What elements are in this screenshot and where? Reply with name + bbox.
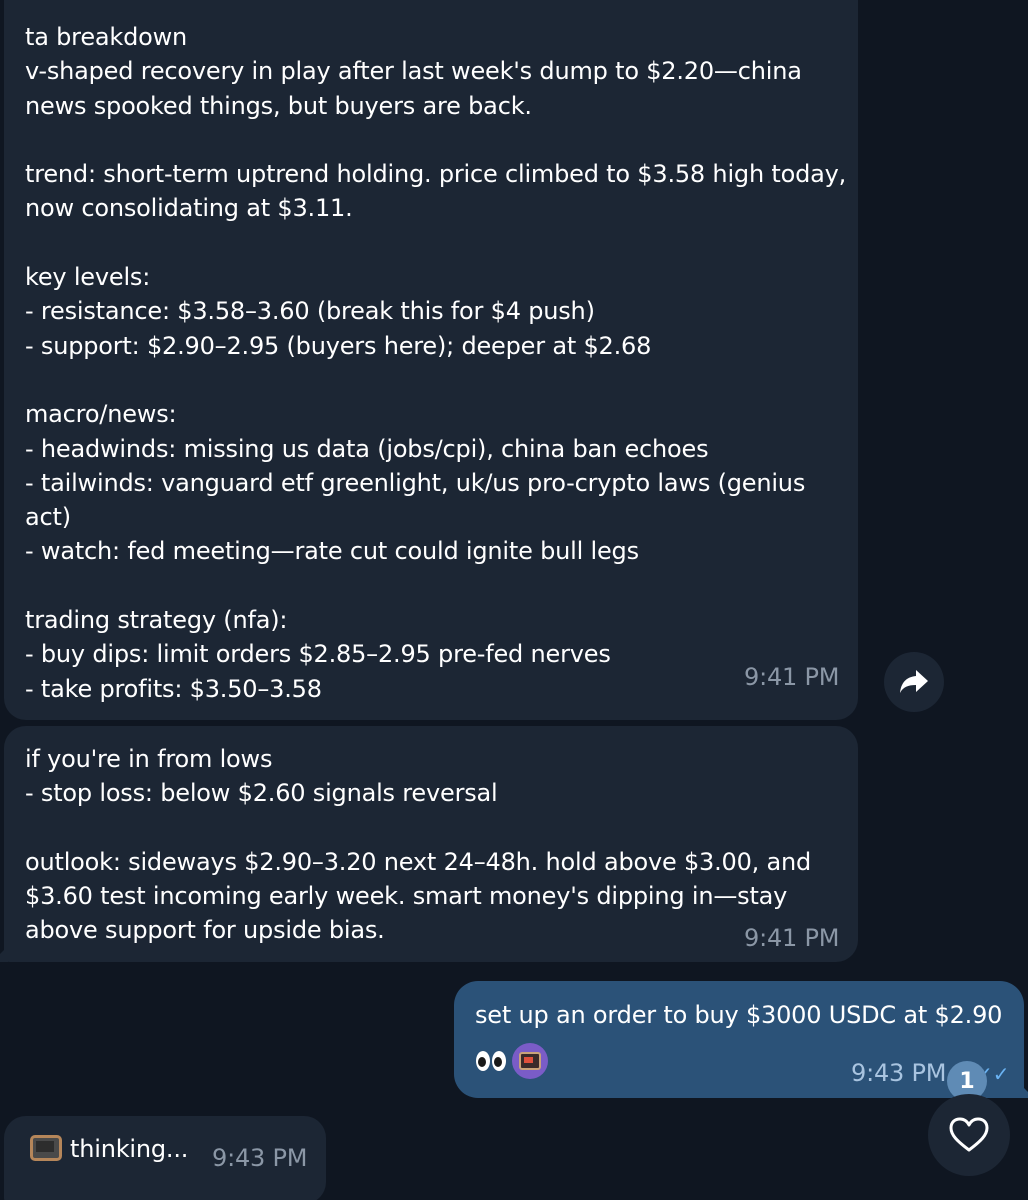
tv-icon	[30, 1135, 62, 1161]
message-time: 9:43 PM	[851, 1059, 947, 1087]
incoming-message[interactable]: ta breakdown v-shaped recovery in play a…	[4, 0, 858, 720]
forward-arrow-icon	[900, 670, 928, 693]
message-text: set up an order to buy $3000 USDC at $2.…	[475, 1001, 1003, 1029]
tv-emoji-reaction[interactable]	[512, 1043, 548, 1079]
eye-icon	[492, 1051, 506, 1071]
incoming-message[interactable]: if you're in from lows - stop loss: belo…	[4, 726, 858, 962]
incoming-message[interactable]: thinking... 9:43 PM	[4, 1116, 326, 1200]
message-time: 9:41 PM	[744, 924, 840, 952]
like-button[interactable]	[928, 1094, 1010, 1176]
eye-icon	[476, 1051, 490, 1071]
tv-icon	[519, 1052, 541, 1070]
forward-button[interactable]	[884, 652, 944, 712]
message-text: if you're in from lows - stop loss: belo…	[25, 745, 812, 945]
message-reactions[interactable]	[476, 1043, 548, 1079]
outgoing-message[interactable]: set up an order to buy $3000 USDC at $2.…	[454, 981, 1024, 1098]
eyes-emoji-reaction[interactable]	[476, 1051, 506, 1071]
message-text: thinking...	[70, 1135, 189, 1163]
chat-view: ta breakdown v-shaped recovery in play a…	[0, 0, 1028, 1200]
heart-icon	[949, 1117, 989, 1152]
message-time: 9:43 PM	[212, 1144, 308, 1172]
message-text: ta breakdown v-shaped recovery in play a…	[25, 23, 847, 703]
message-time: 9:41 PM	[744, 663, 840, 691]
